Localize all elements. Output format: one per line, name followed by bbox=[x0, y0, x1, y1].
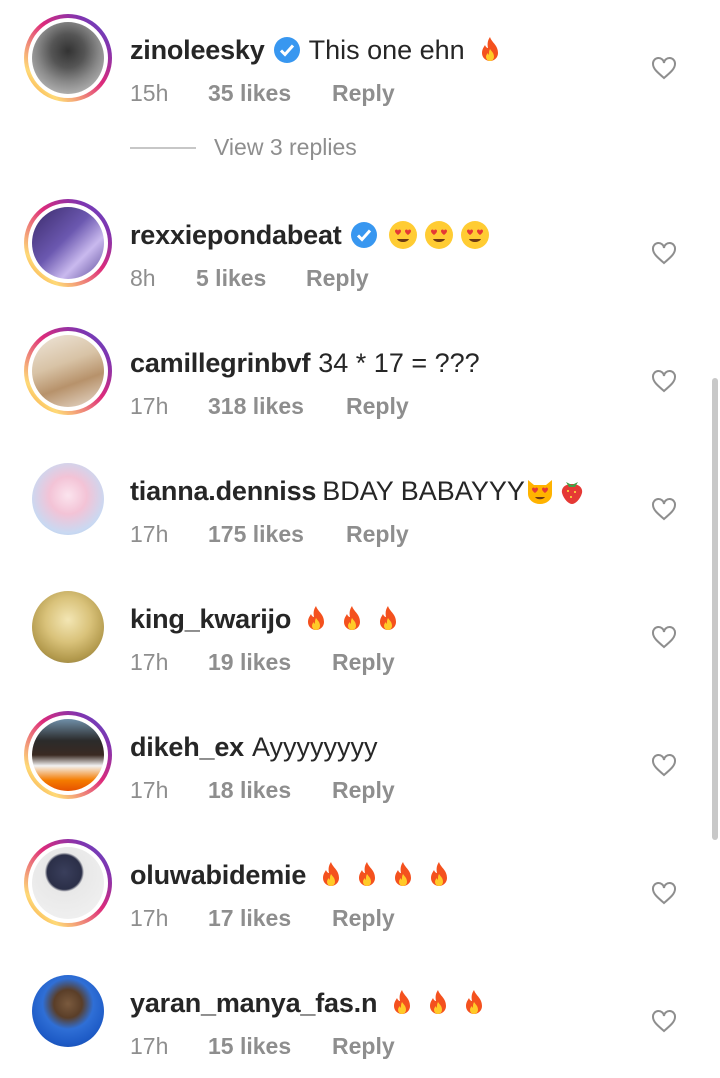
heart-eyes-emoji-icon bbox=[460, 221, 489, 249]
fire-emoji-icon bbox=[481, 37, 498, 61]
comment-time: 15h bbox=[130, 80, 169, 106]
username[interactable]: dikeh_ex bbox=[130, 729, 244, 765]
comment-item: camillegrinbvf 34 * 17 = ??? 17h 318 lik… bbox=[0, 327, 720, 437]
view-replies-label: View 3 replies bbox=[214, 134, 357, 160]
like-heart-icon[interactable] bbox=[651, 497, 677, 521]
like-count[interactable]: 175 likes bbox=[208, 519, 346, 549]
fire-emoji-icon bbox=[323, 862, 340, 886]
comment-item: zinoleesky This one ehn 15h 35 likes Rep… bbox=[0, 14, 720, 124]
comment-time: 17h bbox=[130, 393, 169, 419]
heart-eyes-emoji-icon bbox=[424, 221, 453, 249]
reply-button[interactable]: Reply bbox=[306, 263, 369, 293]
username[interactable]: king_kwarijo bbox=[130, 601, 291, 637]
reply-button[interactable]: Reply bbox=[332, 78, 395, 108]
comment-item: dikeh_ex Ayyyyyyyy 17h 18 likes Reply bbox=[0, 711, 720, 821]
avatar[interactable] bbox=[24, 839, 112, 927]
username[interactable]: oluwabidemie bbox=[130, 857, 306, 893]
fire-emoji-icon bbox=[394, 990, 411, 1014]
avatar[interactable] bbox=[24, 14, 112, 102]
avatar[interactable] bbox=[24, 199, 112, 287]
comment-time: 17h bbox=[130, 649, 169, 675]
comment-time: 8h bbox=[130, 265, 156, 291]
username[interactable]: yaran_manya_fas.n bbox=[130, 985, 377, 1021]
like-count[interactable]: 18 likes bbox=[208, 775, 332, 805]
comment-text: BDAY BABAYYY bbox=[322, 476, 525, 506]
comments-feed: zinoleesky This one ehn 15h 35 likes Rep… bbox=[0, 0, 720, 1078]
strawberry-emoji-icon bbox=[561, 482, 582, 504]
fire-emoji-icon bbox=[395, 862, 412, 886]
like-heart-icon[interactable] bbox=[651, 56, 677, 80]
like-heart-icon[interactable] bbox=[651, 881, 677, 905]
comment-time: 17h bbox=[130, 521, 169, 547]
fire-emoji-icon bbox=[466, 990, 483, 1014]
fire-emoji-icon bbox=[344, 606, 361, 630]
like-heart-icon[interactable] bbox=[651, 625, 677, 649]
comment-time: 17h bbox=[130, 905, 169, 931]
avatar[interactable] bbox=[24, 967, 112, 1055]
comment-item: king_kwarijo 17h 19 likes Reply bbox=[0, 583, 720, 693]
fire-emoji-icon bbox=[308, 606, 325, 630]
reply-button[interactable]: Reply bbox=[332, 647, 395, 677]
replies-divider bbox=[130, 146, 196, 149]
verified-badge-icon bbox=[273, 37, 300, 63]
like-count[interactable]: 318 likes bbox=[208, 391, 346, 421]
username[interactable]: rexxiepondabeat bbox=[130, 217, 342, 253]
fire-emoji-icon bbox=[431, 862, 448, 886]
verified-badge-icon bbox=[350, 222, 377, 248]
comment-item: rexxiepondabeat 8h 5 likes Reply bbox=[0, 199, 720, 309]
heart-eyes-emoji-icon bbox=[388, 221, 417, 249]
like-count[interactable]: 35 likes bbox=[208, 78, 332, 108]
avatar[interactable] bbox=[24, 455, 112, 543]
like-heart-icon[interactable] bbox=[651, 753, 677, 777]
reply-button[interactable]: Reply bbox=[332, 1031, 395, 1061]
reply-button[interactable]: Reply bbox=[346, 519, 409, 549]
comment-time: 17h bbox=[130, 777, 169, 803]
scrollbar[interactable] bbox=[712, 378, 718, 840]
comment-item: tianna.denniss BDAY BABAYYY 17h 175 like… bbox=[0, 455, 720, 565]
comment-text: Ayyyyyyyy bbox=[251, 732, 378, 762]
like-count[interactable]: 17 likes bbox=[208, 903, 332, 933]
reply-button[interactable]: Reply bbox=[346, 391, 409, 421]
fire-emoji-icon bbox=[430, 990, 447, 1014]
like-count[interactable]: 15 likes bbox=[208, 1031, 332, 1061]
like-heart-icon[interactable] bbox=[651, 369, 677, 393]
comment-text: 34 * 17 = ??? bbox=[318, 348, 480, 378]
like-heart-icon[interactable] bbox=[651, 241, 677, 265]
like-count[interactable]: 5 likes bbox=[196, 263, 306, 293]
heart-eyes-cat-emoji-icon bbox=[527, 480, 552, 504]
like-heart-icon[interactable] bbox=[651, 1009, 677, 1033]
view-replies-button[interactable]: View 3 replies bbox=[130, 134, 357, 161]
like-count[interactable]: 19 likes bbox=[208, 647, 332, 677]
comment-item: yaran_manya_fas.n 17h 15 likes Reply bbox=[0, 967, 720, 1077]
username[interactable]: tianna.denniss bbox=[130, 473, 316, 509]
fire-emoji-icon bbox=[359, 862, 376, 886]
avatar[interactable] bbox=[24, 583, 112, 671]
avatar[interactable] bbox=[24, 711, 112, 799]
fire-emoji-icon bbox=[380, 606, 397, 630]
comment-text: This one ehn bbox=[308, 35, 465, 65]
reply-button[interactable]: Reply bbox=[332, 775, 395, 805]
username[interactable]: zinoleesky bbox=[130, 32, 265, 68]
comment-time: 17h bbox=[130, 1033, 169, 1059]
username[interactable]: camillegrinbvf bbox=[130, 345, 310, 381]
reply-button[interactable]: Reply bbox=[332, 903, 395, 933]
avatar[interactable] bbox=[24, 327, 112, 415]
comment-item: oluwabidemie 17h 17 likes Reply bbox=[0, 839, 720, 949]
